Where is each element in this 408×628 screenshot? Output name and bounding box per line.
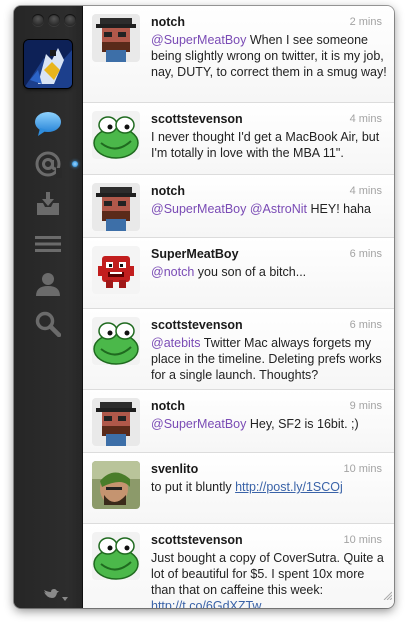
mention-link[interactable]: @SuperMeatBoy bbox=[151, 33, 246, 47]
nav-mentions[interactable] bbox=[14, 144, 82, 184]
tweet-username[interactable]: scottstevenson bbox=[151, 318, 243, 332]
tweet-text: @SuperMeatBoy @AstroNit HEY! haha bbox=[151, 201, 387, 217]
tweet-username[interactable]: scottstevenson bbox=[151, 112, 243, 126]
tweet-text: I never thought I'd get a MacBook Air, b… bbox=[151, 129, 387, 161]
tweet-item[interactable]: svenlito 10 mins to put it bluntly http:… bbox=[83, 453, 394, 524]
magnifier-icon bbox=[35, 311, 61, 337]
tweet-item[interactable]: notch 9 mins @SuperMeatBoy Hey, SF2 is 1… bbox=[83, 390, 394, 453]
tweet-item[interactable]: notch 4 mins @SuperMeatBoy @AstroNit HEY… bbox=[83, 175, 394, 238]
tweet-item[interactable]: scottstevenson 4 mins I never thought I'… bbox=[83, 103, 394, 175]
tweet-time: 10 mins bbox=[343, 534, 382, 546]
tweet-text: Just bought a copy of CoverSutra. Quite … bbox=[151, 550, 387, 608]
url-link[interactable]: http://t.co/6GdXZTw bbox=[151, 599, 261, 608]
tweet-username[interactable]: svenlito bbox=[151, 462, 198, 476]
at-sign-icon bbox=[34, 150, 62, 178]
tweet-time: 2 mins bbox=[349, 16, 382, 28]
inbox-tray-icon bbox=[35, 191, 61, 217]
zoom-button[interactable] bbox=[64, 14, 76, 26]
mention-link[interactable]: @SuperMeatBoy bbox=[151, 202, 246, 216]
tweet-text: to put it bluntly http://post.ly/1SCOj bbox=[151, 479, 387, 495]
tweet-time: 9 mins bbox=[349, 400, 382, 412]
resize-grip-icon[interactable] bbox=[382, 587, 393, 605]
tweet-text: @SuperMeatBoy When I see someone being s… bbox=[151, 32, 387, 80]
tweet-item[interactable]: scottstevenson 10 mins Just bought a cop… bbox=[83, 524, 394, 608]
notch-avatar[interactable] bbox=[92, 398, 140, 446]
sidebar bbox=[14, 6, 82, 608]
meatboy-avatar[interactable] bbox=[92, 246, 140, 294]
timeline[interactable]: notch 2 mins @SuperMeatBoy When I see so… bbox=[82, 6, 394, 608]
mention-link[interactable]: @notch bbox=[151, 265, 194, 279]
photo-avatar[interactable] bbox=[92, 461, 140, 509]
tweet-body: Hey, SF2 is 16bit. ;) bbox=[246, 417, 359, 431]
tweet-body: you son of a bitch... bbox=[194, 265, 307, 279]
tweet-time: 4 mins bbox=[349, 113, 382, 125]
mention-link[interactable]: @AstroNit bbox=[250, 202, 307, 216]
tweet-body: Just bought a copy of CoverSutra. Quite … bbox=[151, 551, 384, 597]
nav-profile[interactable] bbox=[14, 264, 82, 304]
notch-avatar[interactable] bbox=[92, 183, 140, 231]
tweet-time: 4 mins bbox=[349, 185, 382, 197]
tweet-text: @notch you son of a bitch... bbox=[151, 264, 387, 280]
nav-lists[interactable] bbox=[14, 224, 82, 264]
tweet-text: @atebits Twitter Mac always forgets my p… bbox=[151, 335, 387, 383]
url-link[interactable]: http://post.ly/1SCOj bbox=[235, 480, 343, 494]
app-window: notch 2 mins @SuperMeatBoy When I see so… bbox=[14, 6, 394, 608]
tweet-body: to put it bluntly bbox=[151, 480, 236, 494]
person-icon bbox=[35, 271, 61, 297]
window-controls bbox=[32, 14, 76, 26]
tweet-username[interactable]: notch bbox=[151, 184, 185, 198]
frog-avatar[interactable] bbox=[92, 317, 140, 365]
minimize-button[interactable] bbox=[48, 14, 60, 26]
bird-icon bbox=[43, 588, 59, 606]
nav-messages[interactable] bbox=[14, 184, 82, 224]
notch-avatar[interactable] bbox=[92, 14, 140, 62]
unread-indicator bbox=[72, 161, 78, 167]
tweet-body: I never thought I'd get a MacBook Air, b… bbox=[151, 130, 380, 160]
close-button[interactable] bbox=[32, 14, 44, 26]
tweet-time: 10 mins bbox=[343, 463, 382, 475]
tweet-text: @SuperMeatBoy Hey, SF2 is 16bit. ;) bbox=[151, 416, 387, 432]
nav-search[interactable] bbox=[14, 304, 82, 344]
mention-link[interactable]: @atebits bbox=[151, 336, 201, 350]
speech-bubble-icon bbox=[34, 111, 62, 137]
tweet-username[interactable]: SuperMeatBoy bbox=[151, 247, 239, 261]
tweet-username[interactable]: notch bbox=[151, 399, 185, 413]
tweet-username[interactable]: notch bbox=[151, 15, 185, 29]
compose-button[interactable] bbox=[28, 586, 82, 608]
tweet-item[interactable]: notch 2 mins @SuperMeatBoy When I see so… bbox=[83, 6, 394, 103]
tweet-item[interactable]: SuperMeatBoy 6 mins @notch you son of a … bbox=[83, 238, 394, 309]
frog-avatar[interactable] bbox=[92, 532, 140, 580]
tweet-time: 6 mins bbox=[349, 248, 382, 260]
account-avatar[interactable] bbox=[24, 40, 72, 88]
tweet-time: 6 mins bbox=[349, 319, 382, 331]
tweet-item[interactable]: scottstevenson 6 mins @atebits Twitter M… bbox=[83, 309, 394, 390]
tweet-username[interactable]: scottstevenson bbox=[151, 533, 243, 547]
list-icon bbox=[35, 235, 61, 253]
tweet-body: HEY! haha bbox=[307, 202, 371, 216]
nav-timeline[interactable] bbox=[14, 104, 82, 144]
frog-avatar[interactable] bbox=[92, 111, 140, 159]
mention-link[interactable]: @SuperMeatBoy bbox=[151, 417, 246, 431]
triangle-down-icon bbox=[61, 588, 68, 606]
